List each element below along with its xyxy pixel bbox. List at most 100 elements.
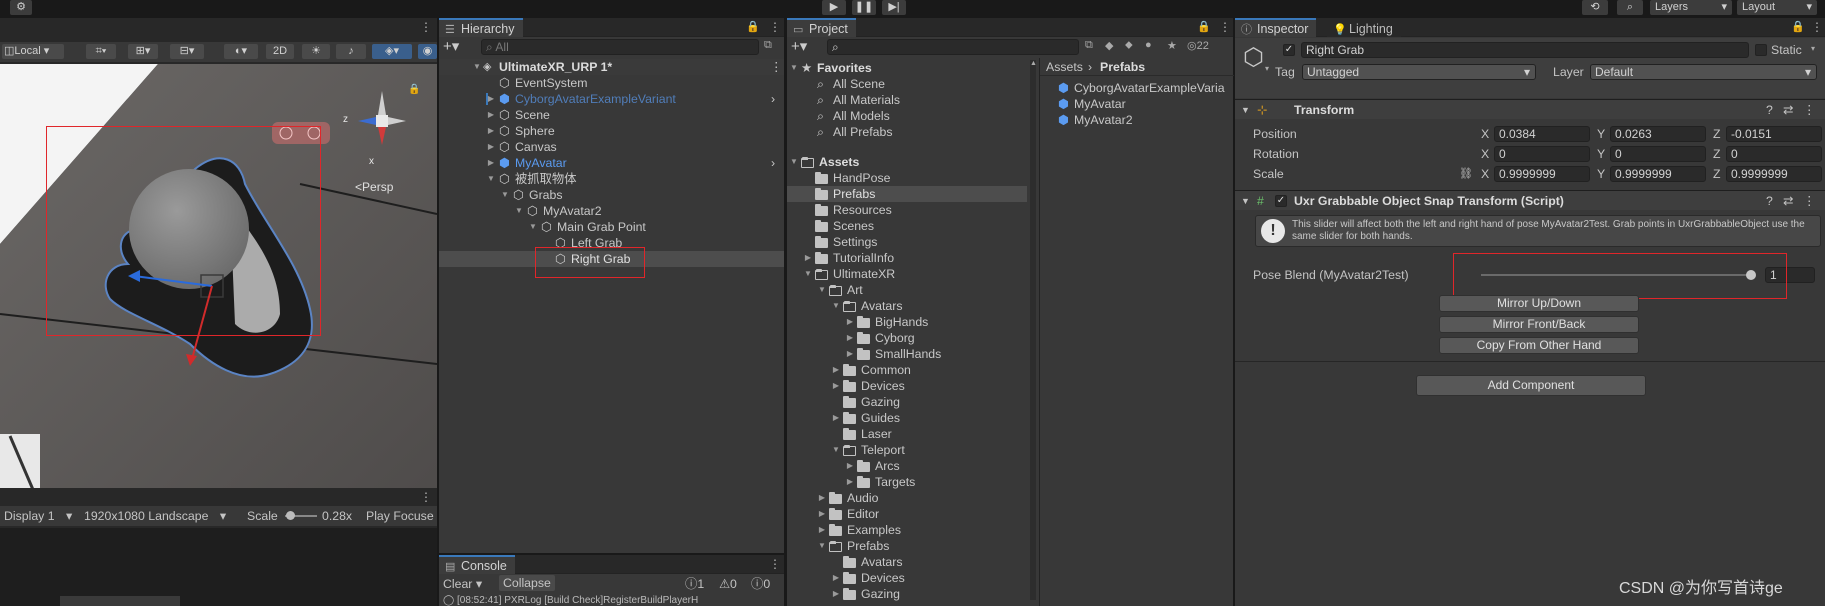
folder-settings[interactable]: Settings: [787, 234, 1027, 250]
error-count-toggle[interactable]: ⓘ0: [751, 576, 770, 592]
breadcrumb-item[interactable]: Prefabs: [1100, 59, 1145, 75]
expand-arrow-icon[interactable]: ▶: [486, 155, 496, 171]
folder-smallhands[interactable]: ▶ SmallHands: [787, 346, 1027, 362]
audio-toggle-icon[interactable]: ♪: [336, 44, 366, 59]
expand-arrow-icon[interactable]: ▶: [486, 107, 496, 123]
folder-avatars[interactable]: ▼ Avatars: [787, 298, 1027, 314]
lock-icon[interactable]: 🔒: [408, 84, 420, 95]
expand-arrow-icon[interactable]: ▼: [831, 442, 841, 458]
expand-arrow-icon[interactable]: ▶: [817, 490, 827, 506]
resolution-dropdown[interactable]: 1920x1080 Landscape ▾: [84, 508, 226, 524]
static-checkbox[interactable]: [1755, 44, 1767, 56]
search-icon[interactable]: ⌕: [1617, 0, 1643, 15]
folder-arcs[interactable]: ▶ Arcs: [787, 458, 1027, 474]
favorite-all-models[interactable]: ⌕ All Models: [787, 108, 1027, 124]
hierarchy-item-myavatar2[interactable]: ▼ ⬡ MyAvatar2: [439, 203, 784, 219]
shading-mode-icon[interactable]: ◐▾: [224, 44, 258, 59]
search-filter-icon[interactable]: ⧉: [1085, 39, 1093, 52]
folder-prefabs-uxr[interactable]: ▼ Prefabs: [787, 538, 1027, 554]
expand-arrow-icon[interactable]: ▶: [845, 346, 855, 362]
folder-common[interactable]: ▶ Common: [787, 362, 1027, 378]
file-myavatar2[interactable]: ⬢ MyAvatar2: [1040, 112, 1234, 128]
lighting-toggle-icon[interactable]: ☀: [302, 44, 330, 59]
hierarchy-item-canvas[interactable]: ▶ ⬡ Canvas: [439, 139, 784, 155]
lock-icon[interactable]: 🔒: [1197, 20, 1211, 33]
hierarchy-item-grabbed-object[interactable]: ▼ ⬡ 被抓取物体: [439, 171, 784, 187]
copy-from-other-hand-button[interactable]: Copy From Other Hand: [1439, 337, 1639, 354]
favorite-star-icon[interactable]: ★: [1167, 39, 1177, 52]
history-icon[interactable]: ⟲: [1582, 0, 1608, 15]
folder-prefabs-gazing[interactable]: ▶ Gazing: [787, 586, 1027, 602]
chevron-right-icon[interactable]: ›: [771, 91, 775, 107]
expand-arrow-icon[interactable]: ▼: [817, 282, 827, 298]
folder-cyborg[interactable]: ▶ Cyborg: [787, 330, 1027, 346]
folder-laser[interactable]: Laser: [787, 426, 1027, 442]
effects-toggle-icon[interactable]: ◈▾: [372, 44, 412, 59]
preset-icon[interactable]: ⇄: [1783, 102, 1793, 118]
panel-menu-icon[interactable]: ⋮: [1811, 20, 1823, 34]
visibility-toggle-icon[interactable]: ◉: [418, 44, 437, 59]
folder-prefabs-devices[interactable]: ▶ Devices: [787, 570, 1027, 586]
hierarchy-search-input[interactable]: ⌕ All: [481, 39, 759, 55]
breadcrumb-item[interactable]: Assets: [1046, 59, 1083, 75]
component-menu-icon[interactable]: ⋮: [1803, 102, 1815, 118]
expand-arrow-icon[interactable]: ▼: [803, 266, 813, 282]
collapse-button[interactable]: Collapse: [499, 575, 555, 591]
pause-icon[interactable]: ❚❚: [852, 0, 876, 15]
constrain-proportions-icon[interactable]: ⛓: [1459, 166, 1473, 182]
folder-resources[interactable]: Resources: [787, 202, 1027, 218]
rotation-z-field[interactable]: 0: [1726, 146, 1822, 162]
folder-bighands[interactable]: ▶ BigHands: [787, 314, 1027, 330]
hierarchy-item-scene[interactable]: ▶ ⬡ Scene: [439, 107, 784, 123]
expand-arrow-icon[interactable]: ▶: [831, 378, 841, 394]
script-header[interactable]: ▼ # ✓ Uxr Grabbable Object Snap Transfor…: [1235, 190, 1825, 210]
file-cyborg-variant[interactable]: ⬢ CyborgAvatarExampleVaria: [1040, 80, 1234, 96]
expand-arrow-icon[interactable]: ▶: [486, 123, 496, 139]
settings-icon[interactable]: ⚙: [10, 0, 32, 15]
add-icon[interactable]: +▾: [443, 37, 459, 55]
transform-header[interactable]: ▼ ⊹ Transform ? ⇄ ⋮: [1235, 99, 1825, 119]
panel-menu-icon[interactable]: ⋮: [420, 20, 432, 34]
favorite-all-scene[interactable]: ⌕ All Scene: [787, 76, 1027, 92]
folder-tutorialinfo[interactable]: ▶ TutorialInfo: [787, 250, 1027, 266]
tab-hierarchy[interactable]: ☰ Hierarchy: [439, 18, 523, 37]
help-icon[interactable]: ?: [1766, 193, 1773, 209]
expand-arrow-icon[interactable]: ▶: [486, 139, 496, 155]
panel-menu-icon[interactable]: ⋮: [769, 20, 781, 34]
folder-examples[interactable]: ▶ Examples: [787, 522, 1027, 538]
panel-menu-icon[interactable]: ⋮: [770, 59, 782, 75]
folder-gazing[interactable]: Gazing: [787, 394, 1027, 410]
expand-arrow-icon[interactable]: ▼: [789, 154, 799, 170]
favorite-all-prefabs[interactable]: ⌕ All Prefabs: [787, 124, 1027, 140]
component-menu-icon[interactable]: ⋮: [1803, 193, 1815, 209]
folder-prefabs[interactable]: Prefabs: [787, 186, 1027, 202]
display-dropdown[interactable]: Display 1 ▾: [4, 508, 72, 524]
panel-menu-icon[interactable]: ⋮: [420, 490, 432, 504]
gameobject-icon[interactable]: ⬡: [1243, 43, 1264, 72]
expand-arrow-icon[interactable]: ▶: [845, 458, 855, 474]
add-component-button[interactable]: Add Component: [1416, 375, 1646, 396]
tab-project[interactable]: ▭ Project: [787, 18, 856, 37]
label-filter-icon[interactable]: ⬥: [1125, 39, 1133, 52]
play-icon[interactable]: ▶: [822, 0, 846, 15]
mirror-up-down-button[interactable]: Mirror Up/Down: [1439, 295, 1639, 312]
scale-slider-thumb[interactable]: [286, 511, 295, 520]
rotation-x-field[interactable]: 0: [1494, 146, 1590, 162]
hierarchy-item-grabs[interactable]: ▼ ⬡ Grabs: [439, 187, 784, 203]
folder-audio[interactable]: ▶ Audio: [787, 490, 1027, 506]
expand-arrow-icon[interactable]: ▶: [831, 410, 841, 426]
add-icon[interactable]: +▾: [791, 37, 807, 55]
help-icon[interactable]: ?: [1766, 102, 1773, 118]
scale-x-field[interactable]: 0.9999999: [1494, 166, 1590, 182]
rotation-y-field[interactable]: 0: [1610, 146, 1706, 162]
object-name-field[interactable]: Right Grab: [1301, 42, 1749, 58]
scale-y-field[interactable]: 0.9999999: [1610, 166, 1706, 182]
expand-arrow-icon[interactable]: ▼: [514, 203, 524, 219]
position-y-field[interactable]: 0.0263: [1610, 126, 1706, 142]
favorites-header[interactable]: ▼ ★ Favorites: [787, 60, 1027, 76]
expand-arrow-icon[interactable]: ▼: [817, 538, 827, 554]
toggle-2d-button[interactable]: 2D: [266, 44, 294, 59]
active-checkbox[interactable]: ✓: [1283, 44, 1295, 56]
scene-viewport[interactable]: z x 🔒 <Persp: [0, 64, 437, 506]
pivot-rotation-dropdown[interactable]: ◫Local ▾: [2, 44, 64, 59]
